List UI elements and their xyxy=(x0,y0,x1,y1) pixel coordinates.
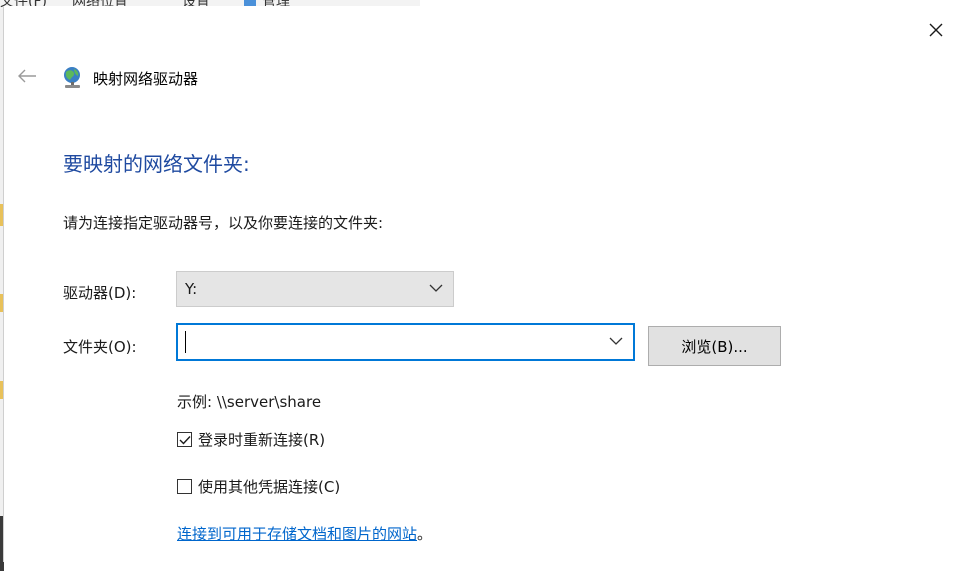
drive-letter-value: Y: xyxy=(185,280,198,298)
link-suffix: 。 xyxy=(417,525,433,543)
website-link-row: 连接到可用于存储文档和图片的网站。 xyxy=(177,523,432,544)
use-other-credentials-option[interactable]: 使用其他凭据连接(C) xyxy=(177,476,340,497)
folder-path-input[interactable] xyxy=(176,323,635,361)
close-icon xyxy=(929,23,943,37)
chevron-down-icon[interactable] xyxy=(609,337,623,346)
reconnect-label: 登录时重新连接(R) xyxy=(198,431,326,449)
back-arrow-icon xyxy=(18,69,36,83)
dialog-title: 映射网络驱动器 xyxy=(93,70,199,88)
storage-website-link[interactable]: 连接到可用于存储文档和图片的网站 xyxy=(177,525,417,543)
close-button[interactable] xyxy=(916,16,956,44)
checkmark-icon xyxy=(179,435,191,445)
browse-button[interactable]: 浏览(B)... xyxy=(648,326,781,366)
map-network-drive-dialog: 映射网络驱动器 要映射的网络文件夹: 请为连接指定驱动器号，以及你要连接的文件夹… xyxy=(3,6,962,562)
other-credentials-checkbox[interactable] xyxy=(177,479,192,494)
text-caret xyxy=(185,331,186,353)
drive-letter-select[interactable]: Y: xyxy=(176,271,454,307)
back-button[interactable] xyxy=(12,64,42,88)
chevron-down-icon xyxy=(429,284,443,292)
page-heading: 要映射的网络文件夹: xyxy=(63,152,250,176)
other-credentials-label: 使用其他凭据连接(C) xyxy=(198,478,341,496)
example-path-text: 示例: \\server\share xyxy=(177,393,322,411)
drive-label: 驱动器(D): xyxy=(63,284,137,302)
network-drive-icon xyxy=(64,67,80,88)
reconnect-checkbox[interactable] xyxy=(177,432,192,447)
reconnect-at-signin-option[interactable]: 登录时重新连接(R) xyxy=(177,429,325,450)
folder-label: 文件夹(O): xyxy=(63,338,137,356)
instruction-text: 请为连接指定驱动器号，以及你要连接的文件夹: xyxy=(63,214,384,232)
